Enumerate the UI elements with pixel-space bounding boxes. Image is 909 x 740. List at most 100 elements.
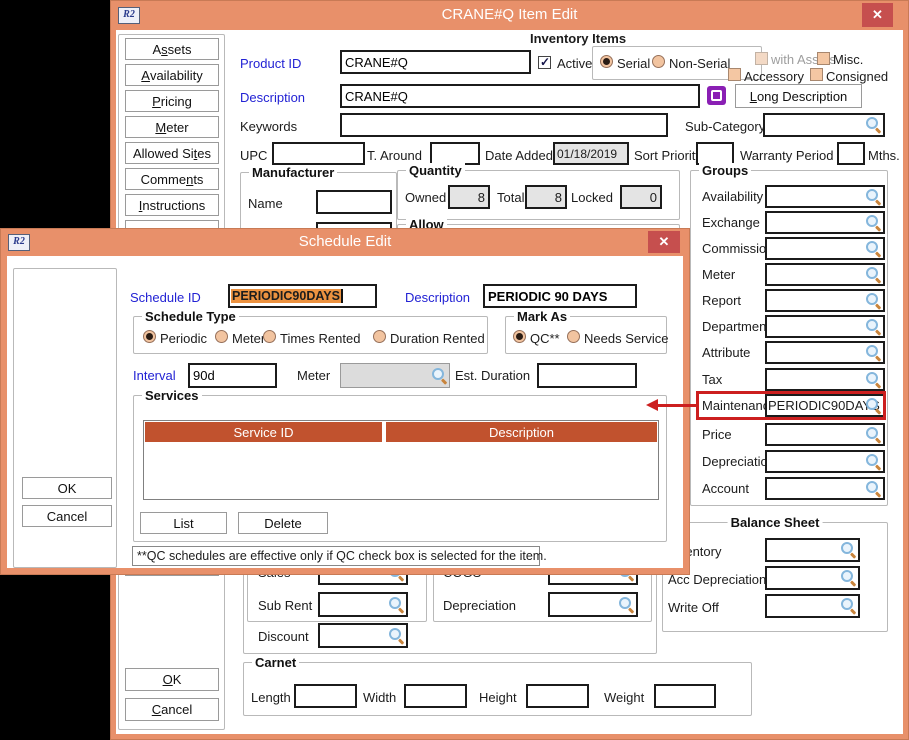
height-field[interactable] (526, 684, 589, 708)
non-serial-radio[interactable] (652, 55, 665, 68)
item-edit-titlebar[interactable]: CRANE#Q Item Edit (110, 0, 909, 30)
cancel-button[interactable]: Cancel (125, 698, 219, 721)
search-icon[interactable] (865, 453, 882, 470)
sub-category-field[interactable] (763, 113, 885, 137)
search-icon[interactable] (865, 480, 882, 497)
search-icon[interactable] (865, 214, 882, 231)
search-icon[interactable] (865, 266, 882, 283)
times-rented-radio[interactable] (263, 330, 276, 343)
active-checkbox[interactable] (538, 56, 551, 69)
description-column-header[interactable]: Description (386, 422, 657, 442)
close-icon[interactable]: ✕ (862, 3, 893, 27)
product-id-field[interactable] (340, 50, 531, 74)
sidebar-item-comments[interactable]: Comments (125, 168, 219, 190)
search-icon[interactable] (618, 596, 635, 613)
cancel-button[interactable]: Cancel (22, 505, 112, 527)
misc-checkbox[interactable] (817, 52, 830, 65)
group-attribute-field[interactable] (765, 341, 885, 364)
description-field[interactable] (340, 84, 700, 108)
upc-field[interactable] (272, 142, 365, 165)
search-icon[interactable] (865, 240, 882, 257)
interval-field[interactable] (188, 363, 277, 388)
close-icon[interactable]: ✕ (648, 231, 680, 253)
sub-rent-field[interactable] (318, 592, 408, 617)
locked-label: Locked (571, 190, 613, 205)
meter-radio[interactable] (215, 330, 228, 343)
est-duration-field[interactable] (537, 363, 637, 388)
schedule-id-field[interactable]: PERIODIC90DAYS (228, 284, 377, 308)
manufacturer-name-field[interactable] (316, 190, 392, 214)
group-commission-field[interactable] (765, 237, 885, 260)
serial-radio[interactable] (600, 55, 613, 68)
t-around-field[interactable] (430, 142, 480, 165)
group-availability-field[interactable] (765, 185, 885, 208)
ok-button[interactable]: OK (22, 477, 112, 499)
keywords-field[interactable] (340, 113, 668, 137)
long-description-button[interactable]: Long Description (735, 84, 862, 108)
group-meter-field[interactable] (765, 263, 885, 286)
locked-field: 0 (620, 185, 662, 209)
periodic-label: Periodic (160, 331, 207, 346)
search-icon[interactable] (865, 371, 882, 388)
group-account-field[interactable] (765, 477, 885, 500)
sidebar-item-allowed-sites[interactable]: Allowed Sites (125, 142, 219, 164)
group-tax-field[interactable] (765, 368, 885, 391)
search-icon[interactable] (865, 116, 882, 133)
sort-priority-field[interactable] (696, 142, 734, 165)
group-department-field[interactable] (765, 315, 885, 338)
consigned-checkbox[interactable] (810, 68, 823, 81)
est-duration-label: Est. Duration (455, 368, 530, 383)
discount-label: Discount (258, 629, 309, 644)
misc-label: Misc. (833, 52, 863, 67)
group-report-field[interactable] (765, 289, 885, 312)
services-table[interactable]: Service ID Description (143, 420, 659, 500)
search-icon[interactable] (388, 596, 405, 613)
search-icon[interactable] (388, 627, 405, 644)
discount-field[interactable] (318, 623, 408, 648)
qc-radio[interactable] (513, 330, 526, 343)
app-icon: R2 (118, 7, 140, 24)
weight-field[interactable] (654, 684, 716, 708)
group-exchange-label: Exchange (702, 215, 760, 230)
dialog-description-field[interactable] (483, 284, 637, 308)
long-description-icon[interactable] (707, 86, 726, 105)
sidebar-item-availability[interactable]: Availability (125, 64, 219, 86)
search-icon[interactable] (431, 367, 448, 384)
search-icon[interactable] (840, 569, 857, 586)
delete-button[interactable]: Delete (238, 512, 328, 534)
list-button[interactable]: List (140, 512, 227, 534)
duration-rented-radio[interactable] (373, 330, 386, 343)
search-icon[interactable] (840, 597, 857, 614)
search-icon[interactable] (840, 541, 857, 558)
group-exchange-field[interactable] (765, 211, 885, 234)
acc-depreciation-field[interactable] (765, 566, 860, 590)
gl-depreciation-field[interactable] (548, 592, 638, 617)
search-icon[interactable] (865, 318, 882, 335)
group-price-field[interactable] (765, 423, 885, 446)
schedule-edit-titlebar[interactable]: Schedule Edit (0, 228, 690, 256)
sidebar-item-meter[interactable]: Meter (125, 116, 219, 138)
ok-button[interactable]: OK (125, 668, 219, 691)
search-icon[interactable] (865, 292, 882, 309)
periodic-radio[interactable] (143, 330, 156, 343)
accessory-checkbox[interactable] (728, 68, 741, 81)
qc-note: **QC schedules are effective only if QC … (132, 546, 540, 566)
warranty-period-field[interactable] (837, 142, 865, 165)
with-assets-checkbox[interactable] (755, 52, 768, 65)
sidebar-item-instructions[interactable]: Instructions (125, 194, 219, 216)
service-id-column-header[interactable]: Service ID (145, 422, 382, 442)
keywords-label: Keywords (240, 119, 297, 134)
write-off-field[interactable] (765, 594, 860, 618)
sidebar-item-pricing[interactable]: Pricing (125, 90, 219, 112)
group-department-label: Department (702, 319, 770, 334)
search-icon[interactable] (865, 188, 882, 205)
sidebar-item-assets[interactable]: Assets (125, 38, 219, 60)
needs-service-radio[interactable] (567, 330, 580, 343)
length-field[interactable] (294, 684, 357, 708)
search-icon[interactable] (865, 344, 882, 361)
search-icon[interactable] (865, 426, 882, 443)
inventory-field[interactable] (765, 538, 860, 562)
width-field[interactable] (404, 684, 467, 708)
group-depreciation-field[interactable] (765, 450, 885, 473)
length-label: Length (251, 690, 291, 705)
